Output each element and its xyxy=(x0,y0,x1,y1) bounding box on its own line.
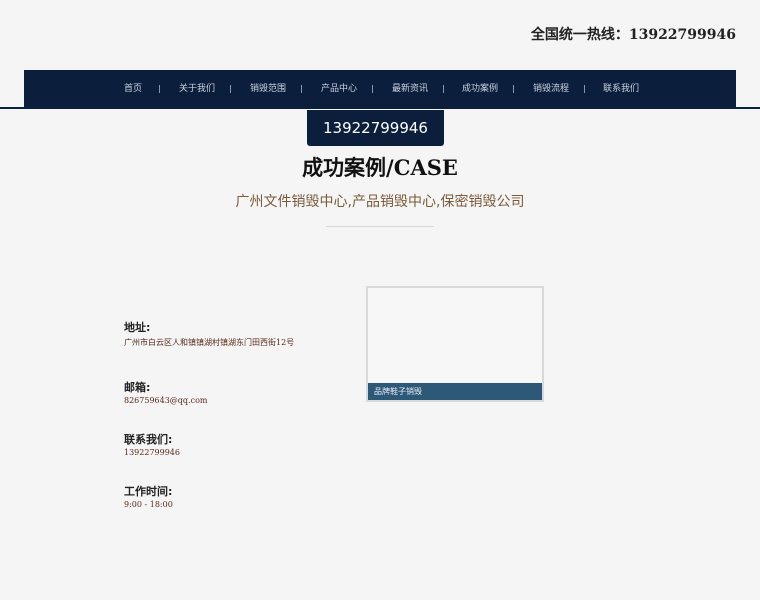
nav-item-process[interactable]: 销毁流程 xyxy=(533,70,569,108)
hours-value: 9:00 - 18:00 xyxy=(124,500,173,509)
address-label: 地址: xyxy=(124,321,151,334)
nav-separator xyxy=(372,85,373,93)
nav-separator xyxy=(584,85,585,93)
nav-separator xyxy=(301,85,302,93)
case-card[interactable]: 品牌鞋子销毁 xyxy=(366,286,544,402)
nav-separator xyxy=(443,85,444,93)
email-label: 邮箱: xyxy=(124,381,151,394)
address-value: 广州市白云区人和镇镇湖村镇湖东门田西街12号 xyxy=(124,338,295,347)
nav-separator xyxy=(230,85,231,93)
case-caption[interactable]: 品牌鞋子销毁 xyxy=(368,383,542,400)
phone-badge[interactable]: 13922799946 xyxy=(307,110,444,146)
phone-value[interactable]: 13922799946 xyxy=(124,447,304,458)
hours-label: 工作时间: xyxy=(124,485,173,498)
nav-item-about[interactable]: 关于我们 xyxy=(179,70,215,108)
nav-separator xyxy=(513,85,514,93)
hotline-text: 全国统一热线：13922799946 xyxy=(530,27,736,43)
title-divider xyxy=(326,226,434,227)
nav-item-home[interactable]: 首页 xyxy=(124,70,142,108)
nav-item-scope[interactable]: 销毁范围 xyxy=(250,70,286,108)
nav-item-news[interactable]: 最新资讯 xyxy=(392,70,428,108)
nav-item-products[interactable]: 产品中心 xyxy=(321,70,357,108)
nav-item-cases[interactable]: 成功案例 xyxy=(462,70,498,108)
nav-separator xyxy=(159,85,160,93)
page-title: 成功案例/CASE xyxy=(302,155,458,180)
nav-item-contact[interactable]: 联系我们 xyxy=(603,70,639,108)
page-subtitle: 广州文件销毁中心,产品销毁中心,保密销毁公司 xyxy=(235,194,525,210)
email-value[interactable]: 826759643@qq.com xyxy=(124,395,304,406)
main-nav: 首页 关于我们 销毁范围 产品中心 最新资讯 成功案例 销毁流程 联系我们 xyxy=(24,70,736,108)
contact-label: 联系我们: xyxy=(124,433,173,446)
